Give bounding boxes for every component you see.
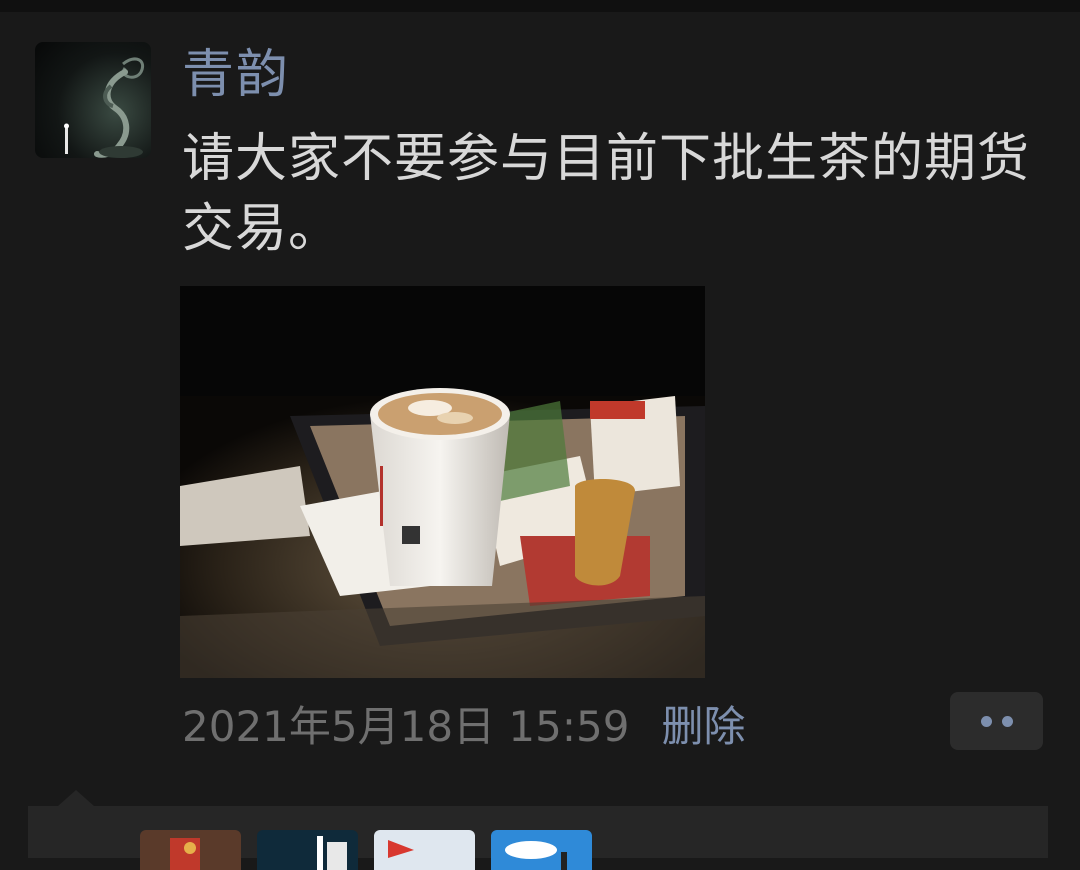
post-meta: 2021年5月18日 15:59 删除 [182,688,745,758]
author-avatar[interactable] [35,42,151,158]
post-text: 请大家不要参与目前下批生茶的期货交易。 [182,129,1031,259]
caret-up-icon [58,790,94,806]
more-dots-icon [980,715,992,727]
like-avatar[interactable] [374,830,475,870]
author-name[interactable]: 青韵 [182,42,290,108]
more-dots-icon [1001,715,1013,727]
photo-image [180,286,705,678]
like-avatar[interactable] [257,830,358,870]
delete-link[interactable]: 删除 [661,693,745,754]
post-photo[interactable] [180,286,705,678]
post-timestamp: 2021年5月18日 15:59 [182,701,630,751]
like-avatar[interactable] [140,830,241,870]
likes-avatars [140,830,592,870]
more-dots-button[interactable] [950,692,1043,750]
like-avatar[interactable] [491,830,592,870]
moment-post: 青韵 请大家不要参与目前下批生茶的期货交易。 2021年5月18日 15:59 … [0,12,1080,870]
avatar-image [64,57,144,158]
top-bar [0,0,1080,12]
